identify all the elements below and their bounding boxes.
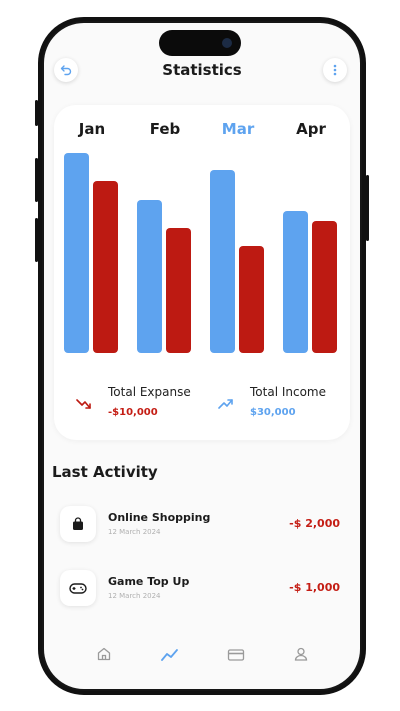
activity-name: Online Shopping (108, 511, 211, 524)
tab-profile[interactable] (286, 641, 316, 671)
bar-feb-red (166, 228, 191, 353)
activity-date: 12 March 2024 (108, 592, 161, 600)
bar-mar-red (239, 246, 264, 353)
page-title: Statistics (162, 61, 242, 79)
activity-amount: -$ 1,000 (289, 581, 340, 594)
card-icon (227, 647, 245, 666)
bar-feb-blue (137, 200, 162, 353)
phone-screen: Statistics Jan Feb Mar Apr Total Expanse… (44, 23, 360, 689)
tab-home[interactable] (89, 641, 119, 671)
activity-amount: -$ 2,000 (289, 517, 340, 530)
tab-cards[interactable] (221, 641, 251, 671)
camera-icon (222, 38, 232, 48)
month-tab-apr[interactable]: Apr (286, 120, 336, 138)
activity-date: 12 March 2024 (108, 528, 161, 536)
bar-apr-red (312, 221, 337, 353)
home-icon (96, 646, 112, 666)
chart-icon (161, 647, 179, 666)
dynamic-island (159, 30, 241, 56)
bar-jan-red (93, 181, 118, 353)
total-income-label: Total Income (250, 385, 326, 399)
more-options-button[interactable] (323, 58, 347, 82)
more-vertical-icon (333, 61, 337, 80)
action-button (35, 100, 38, 126)
profile-icon (293, 646, 309, 666)
shopping-bag-icon (60, 506, 96, 542)
power-button (366, 175, 369, 241)
month-tab-jan[interactable]: Jan (67, 120, 117, 138)
trend-up-icon (218, 395, 234, 414)
total-expense-label: Total Expanse (108, 385, 191, 399)
last-activity-title: Last Activity (52, 463, 158, 481)
trend-down-icon (76, 395, 92, 414)
total-expense-value: -$10,000 (108, 407, 158, 418)
tab-statistics[interactable] (155, 641, 185, 671)
volume-down-button (35, 218, 38, 262)
volume-up-button (35, 158, 38, 202)
bar-jan-blue (64, 153, 89, 353)
bottom-tab-bar (44, 641, 360, 689)
bar-mar-blue (210, 170, 235, 353)
month-tab-mar[interactable]: Mar (213, 120, 263, 138)
gamepad-icon (60, 570, 96, 606)
month-tab-feb[interactable]: Feb (140, 120, 190, 138)
total-income-value: $30,000 (250, 407, 296, 418)
bar-apr-blue (283, 211, 308, 353)
activity-name: Game Top Up (108, 575, 190, 588)
